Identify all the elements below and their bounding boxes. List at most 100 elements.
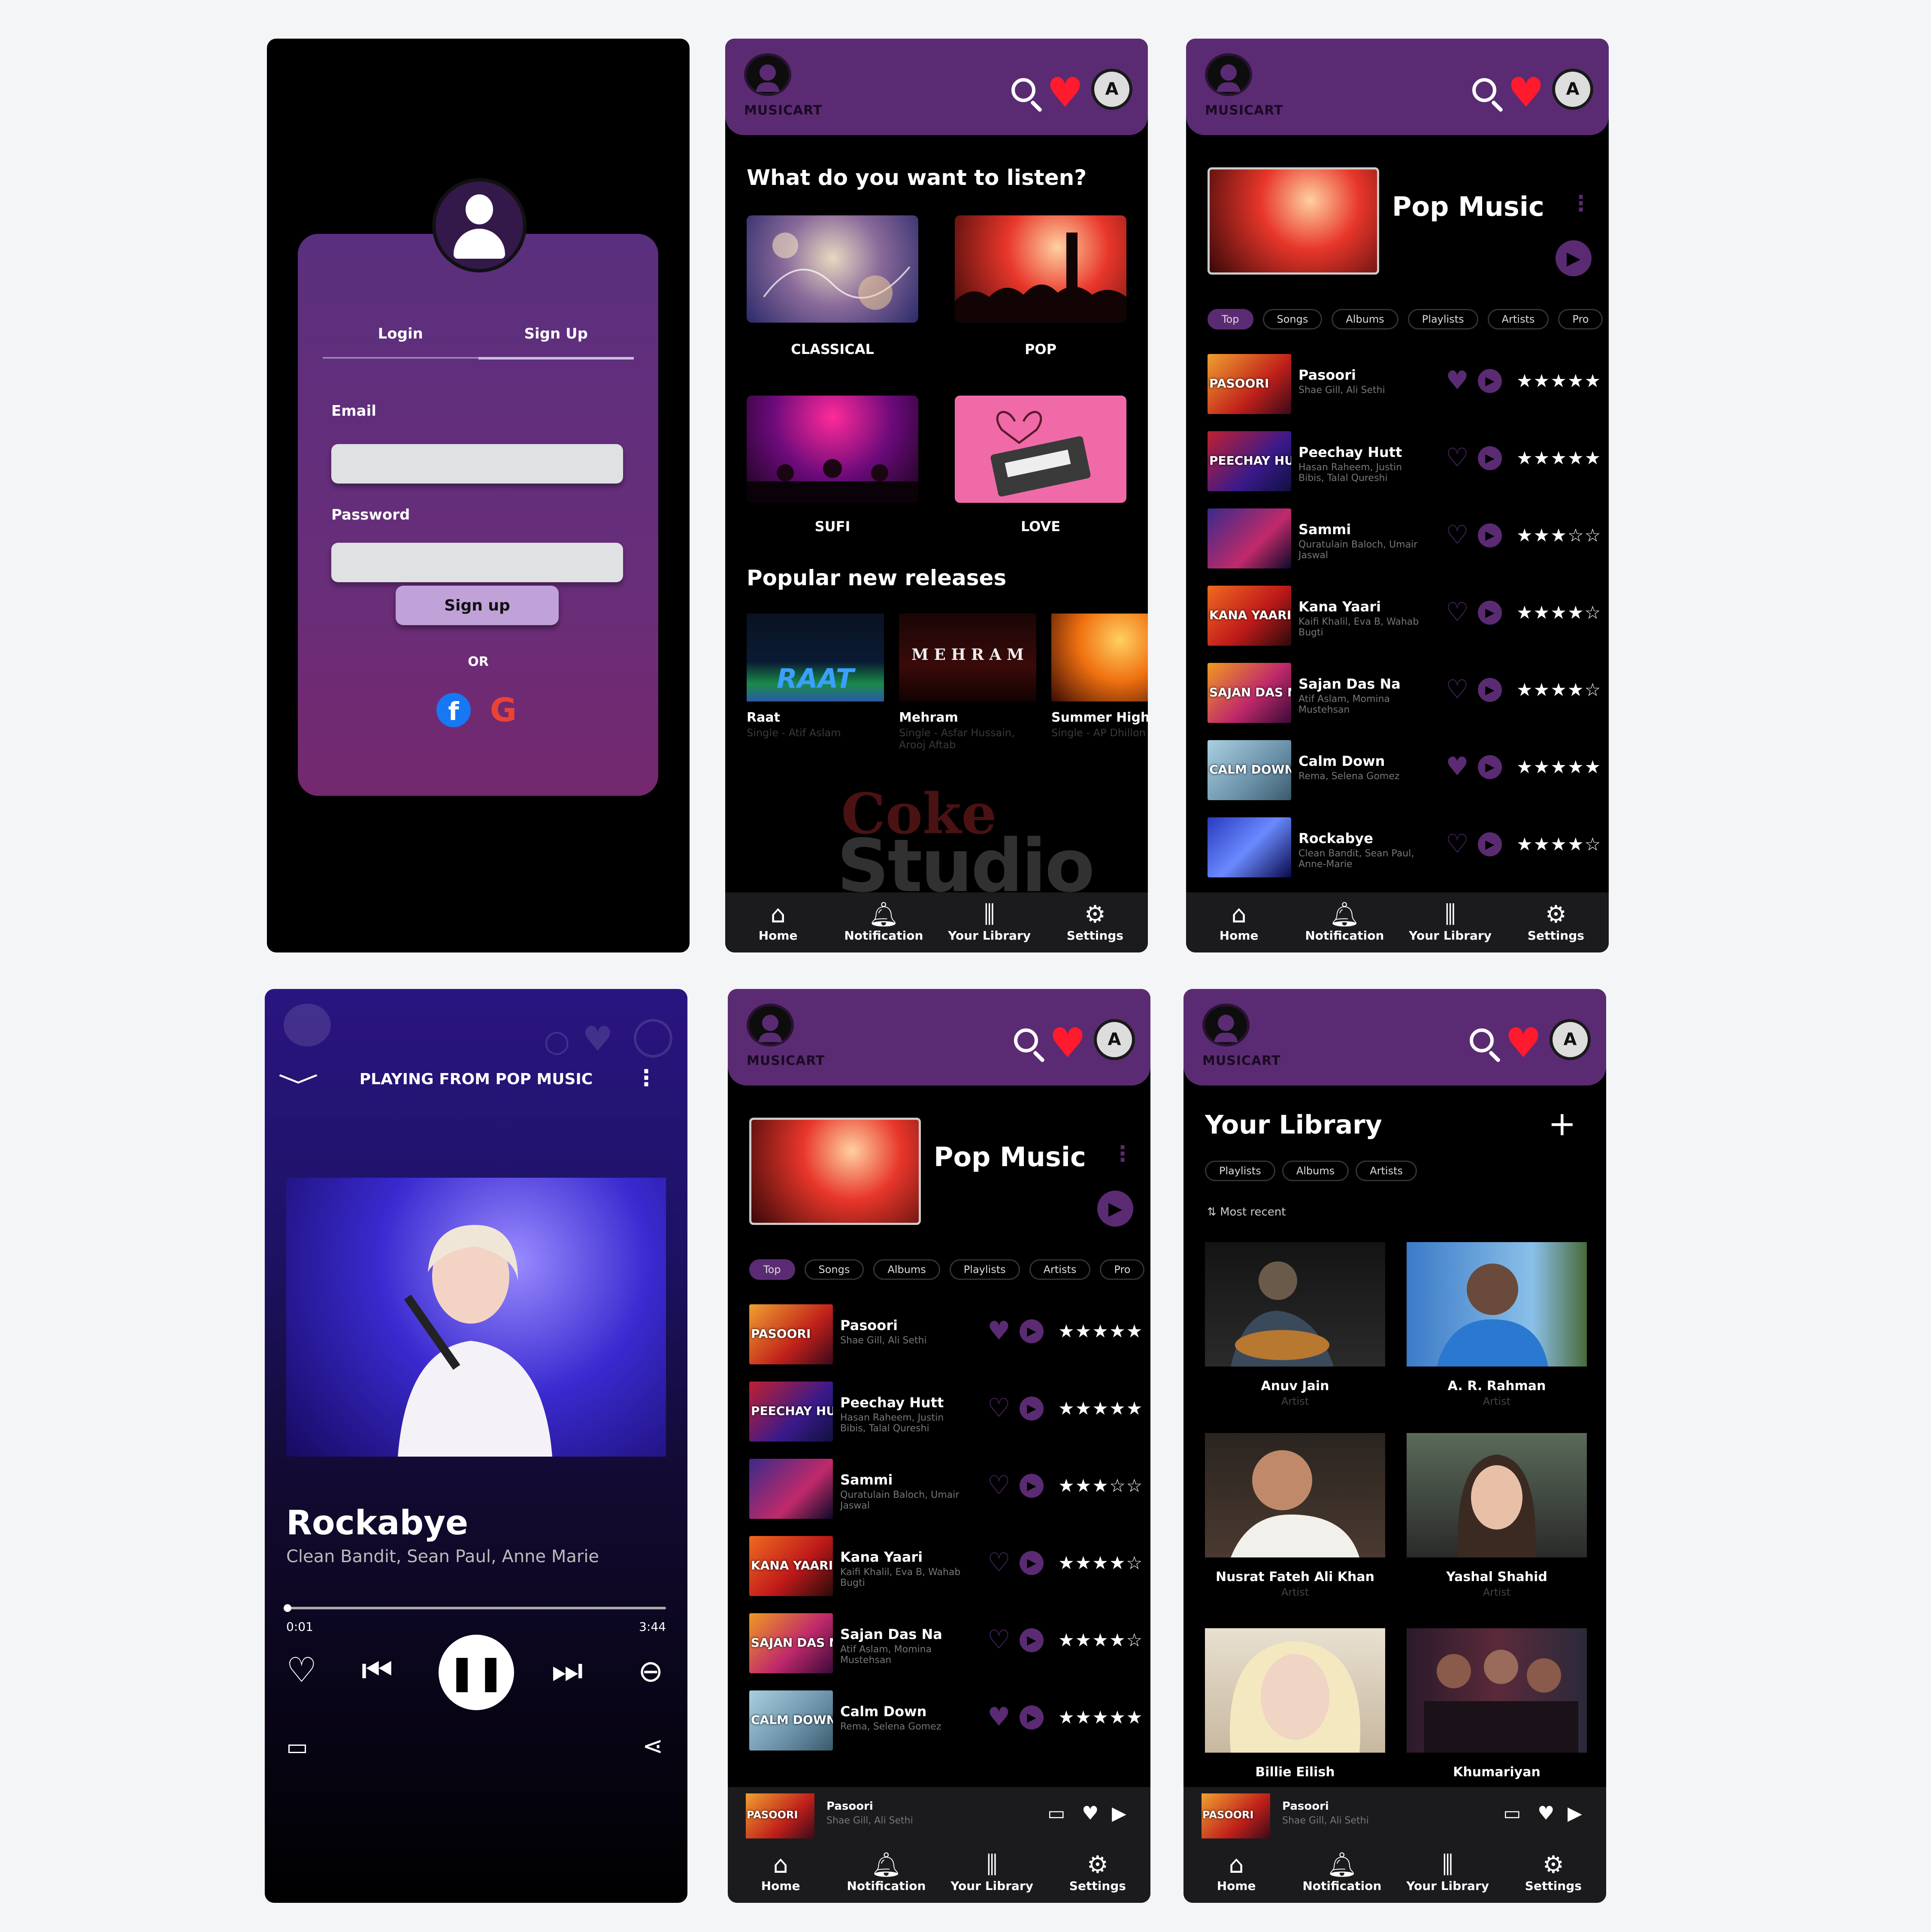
email-field[interactable] [331, 444, 623, 484]
song-row[interactable]: PEECHAY HUTT Peechay Hutt Hasan Raheem, Ju… [1208, 431, 1602, 496]
song-row[interactable]: CALM DOWN Calm Down Rema, Selena Gomez ♥ ▶ ★★… [749, 1690, 1144, 1755]
nav-notification[interactable]: 🔔︎ Notification [1292, 892, 1397, 952]
play-icon[interactable]: ▶ [1478, 601, 1502, 625]
artist-card[interactable]: A. R. Rahman Artist [1407, 1242, 1587, 1407]
play-icon[interactable]: ▶ [1568, 1802, 1582, 1824]
artist-card[interactable]: Khumariyan [1407, 1628, 1587, 1780]
nav-home[interactable]: ⌂ Home [725, 892, 831, 952]
previous-icon[interactable]: ⏮ [361, 1653, 393, 1688]
artist-card[interactable]: Anuv Jain Artist [1205, 1242, 1385, 1407]
chip-albums[interactable]: Albums [1332, 309, 1398, 330]
share-icon[interactable]: ⋖ [642, 1733, 663, 1758]
heart-icon[interactable]: ♥ [987, 1703, 1011, 1731]
song-row[interactable]: CALM DOWN Calm Down Rema, Selena Gomez ♥ ▶ ★★… [1208, 740, 1602, 804]
heart-icon[interactable]: ♡ [1446, 676, 1469, 703]
song-row[interactable]: Sammi Quratulain Baloch, Umair Jaswal ♡ ▶ ★★… [749, 1459, 1144, 1523]
device-icon[interactable]: ▭ [286, 1735, 308, 1759]
song-row[interactable]: SAJAN DAS NA Sajan Das Na Atif Aslam, Momi… [1208, 663, 1602, 727]
nav-library[interactable]: ⫼ Your Library [939, 1843, 1045, 1903]
nav-settings[interactable]: ⚙ Settings [1042, 892, 1148, 952]
heart-icon[interactable]: ♡ [1446, 444, 1469, 472]
avatar[interactable]: A [1550, 1019, 1591, 1060]
chip-playlists[interactable]: Playlists [949, 1259, 1020, 1280]
more-icon[interactable]: ⋮ [1570, 191, 1592, 216]
heart-icon[interactable]: ♡ [1446, 830, 1469, 858]
avatar[interactable]: A [1091, 69, 1132, 110]
nav-home[interactable]: ⌂ Home [1186, 892, 1292, 952]
release-card-summer-high[interactable]: Summer High Single - AP Dhillon [1051, 614, 1148, 739]
play-icon[interactable]: ▶ [1478, 832, 1502, 856]
chip-playlists[interactable]: Playlists [1407, 309, 1478, 330]
tab-signup[interactable]: Sign Up [478, 325, 634, 355]
chip-artists[interactable]: Artists [1487, 309, 1549, 330]
heart-icon[interactable]: ♥ [1446, 753, 1469, 780]
play-icon[interactable]: ▶ [1478, 755, 1502, 779]
like-icon[interactable]: ♡ [286, 1653, 317, 1687]
progress-knob[interactable] [284, 1604, 291, 1612]
play-button[interactable]: ▶ [1097, 1191, 1133, 1227]
heart-icon[interactable]: ♡ [987, 1626, 1011, 1654]
chip-albums[interactable]: Albums [873, 1259, 940, 1280]
search-icon[interactable] [1014, 1028, 1038, 1052]
song-row[interactable]: PASOORI Pasoori Shae Gill, Ali Sethi ♥ ▶ ★★★★… [1208, 354, 1602, 418]
play-icon[interactable]: ▶ [1020, 1474, 1044, 1498]
chip-top[interactable]: Top [749, 1259, 795, 1280]
release-card-raat[interactable]: RAAT Raat Single - Atif Aslam [747, 614, 884, 739]
search-icon[interactable] [1470, 1028, 1494, 1052]
play-icon[interactable]: ▶ [1478, 523, 1502, 547]
add-icon[interactable]: + [1548, 1105, 1576, 1143]
song-row[interactable]: KANA YAARI Kana Yaari Kaifi Khalil, Eva B,… [1208, 586, 1602, 650]
song-row[interactable]: SAJAN DAS NA Sajan Das Na Atif Aslam, Momi… [749, 1613, 1144, 1678]
chip-pro[interactable]: Pro [1100, 1259, 1145, 1280]
genre-card-sufi[interactable] [747, 396, 918, 503]
heart-icon[interactable]: ♥ [1049, 1022, 1086, 1064]
facebook-icon[interactable]: f [436, 693, 471, 727]
artist-card[interactable]: Billie Eilish [1205, 1628, 1385, 1780]
nav-settings[interactable]: ⚙ Settings [1503, 892, 1609, 952]
sort-control[interactable]: ⇅ Most recent [1207, 1206, 1286, 1218]
nav-notification[interactable]: 🔔︎ Notification [831, 892, 936, 952]
progress-bar[interactable] [286, 1607, 666, 1609]
heart-icon[interactable]: ♡ [987, 1394, 1011, 1422]
chip-playlists[interactable]: Playlists [1205, 1161, 1275, 1181]
avatar[interactable]: A [1552, 69, 1593, 110]
nav-home[interactable]: ⌂ Home [728, 1843, 833, 1903]
heart-icon[interactable]: ♥ [1538, 1802, 1554, 1824]
chip-artists[interactable]: Artists [1356, 1161, 1417, 1181]
tab-login[interactable]: Login [323, 325, 478, 355]
artist-card[interactable]: Yashal Shahid Artist [1407, 1433, 1587, 1598]
nav-notification[interactable]: 🔔︎ Notification [1289, 1843, 1395, 1903]
chip-artists[interactable]: Artists [1029, 1259, 1091, 1280]
play-icon[interactable]: ▶ [1020, 1628, 1044, 1652]
play-icon[interactable]: ▶ [1020, 1551, 1044, 1575]
heart-icon[interactable]: ♥ [1446, 367, 1469, 394]
chip-albums[interactable]: Albums [1282, 1161, 1349, 1181]
search-icon[interactable] [1472, 78, 1496, 102]
heart-icon[interactable]: ♥ [987, 1317, 1011, 1345]
heart-icon[interactable]: ♥ [1507, 72, 1544, 113]
heart-icon[interactable]: ♡ [1446, 521, 1469, 549]
nav-settings[interactable]: ⚙ Settings [1045, 1843, 1150, 1903]
song-row[interactable]: KANA YAARI Kana Yaari Kaifi Khalil, Eva B,… [749, 1536, 1144, 1600]
release-card-mehram[interactable]: M E H R A M Mehram Single - Asfar Hussai… [899, 614, 1036, 751]
play-icon[interactable]: ▶ [1112, 1802, 1126, 1824]
chip-songs[interactable]: Songs [804, 1259, 864, 1280]
signup-button[interactable]: Sign up [396, 586, 559, 625]
play-icon[interactable]: ▶ [1478, 678, 1502, 702]
chip-pro[interactable]: Pro [1558, 309, 1603, 330]
search-icon[interactable] [1011, 78, 1035, 102]
chip-top[interactable]: Top [1208, 309, 1253, 330]
nav-notification[interactable]: 🔔︎ Notification [833, 1843, 939, 1903]
avatar[interactable]: A [1094, 1019, 1135, 1060]
song-row[interactable]: Rockabye Clean Bandit, Sean Paul, Anne-Ma… [1208, 817, 1602, 882]
more-icon[interactable]: ⋮ [1112, 1141, 1133, 1166]
password-field[interactable] [331, 543, 623, 582]
device-icon[interactable]: ▭ [1047, 1802, 1065, 1824]
device-icon[interactable]: ▭ [1503, 1802, 1521, 1824]
heart-icon[interactable]: ♥ [1047, 72, 1084, 113]
play-icon[interactable]: ▶ [1020, 1397, 1044, 1421]
play-button[interactable]: ▶ [1556, 240, 1592, 276]
play-icon[interactable]: ▶ [1020, 1705, 1044, 1729]
song-row[interactable]: PASOORI Pasoori Shae Gill, Ali Sethi ♥ ▶ ★★★★… [749, 1304, 1144, 1369]
mini-player[interactable]: PASOORI Pasoori Shae Gill, Ali Sethi ▭ ♥… [728, 1787, 1150, 1843]
